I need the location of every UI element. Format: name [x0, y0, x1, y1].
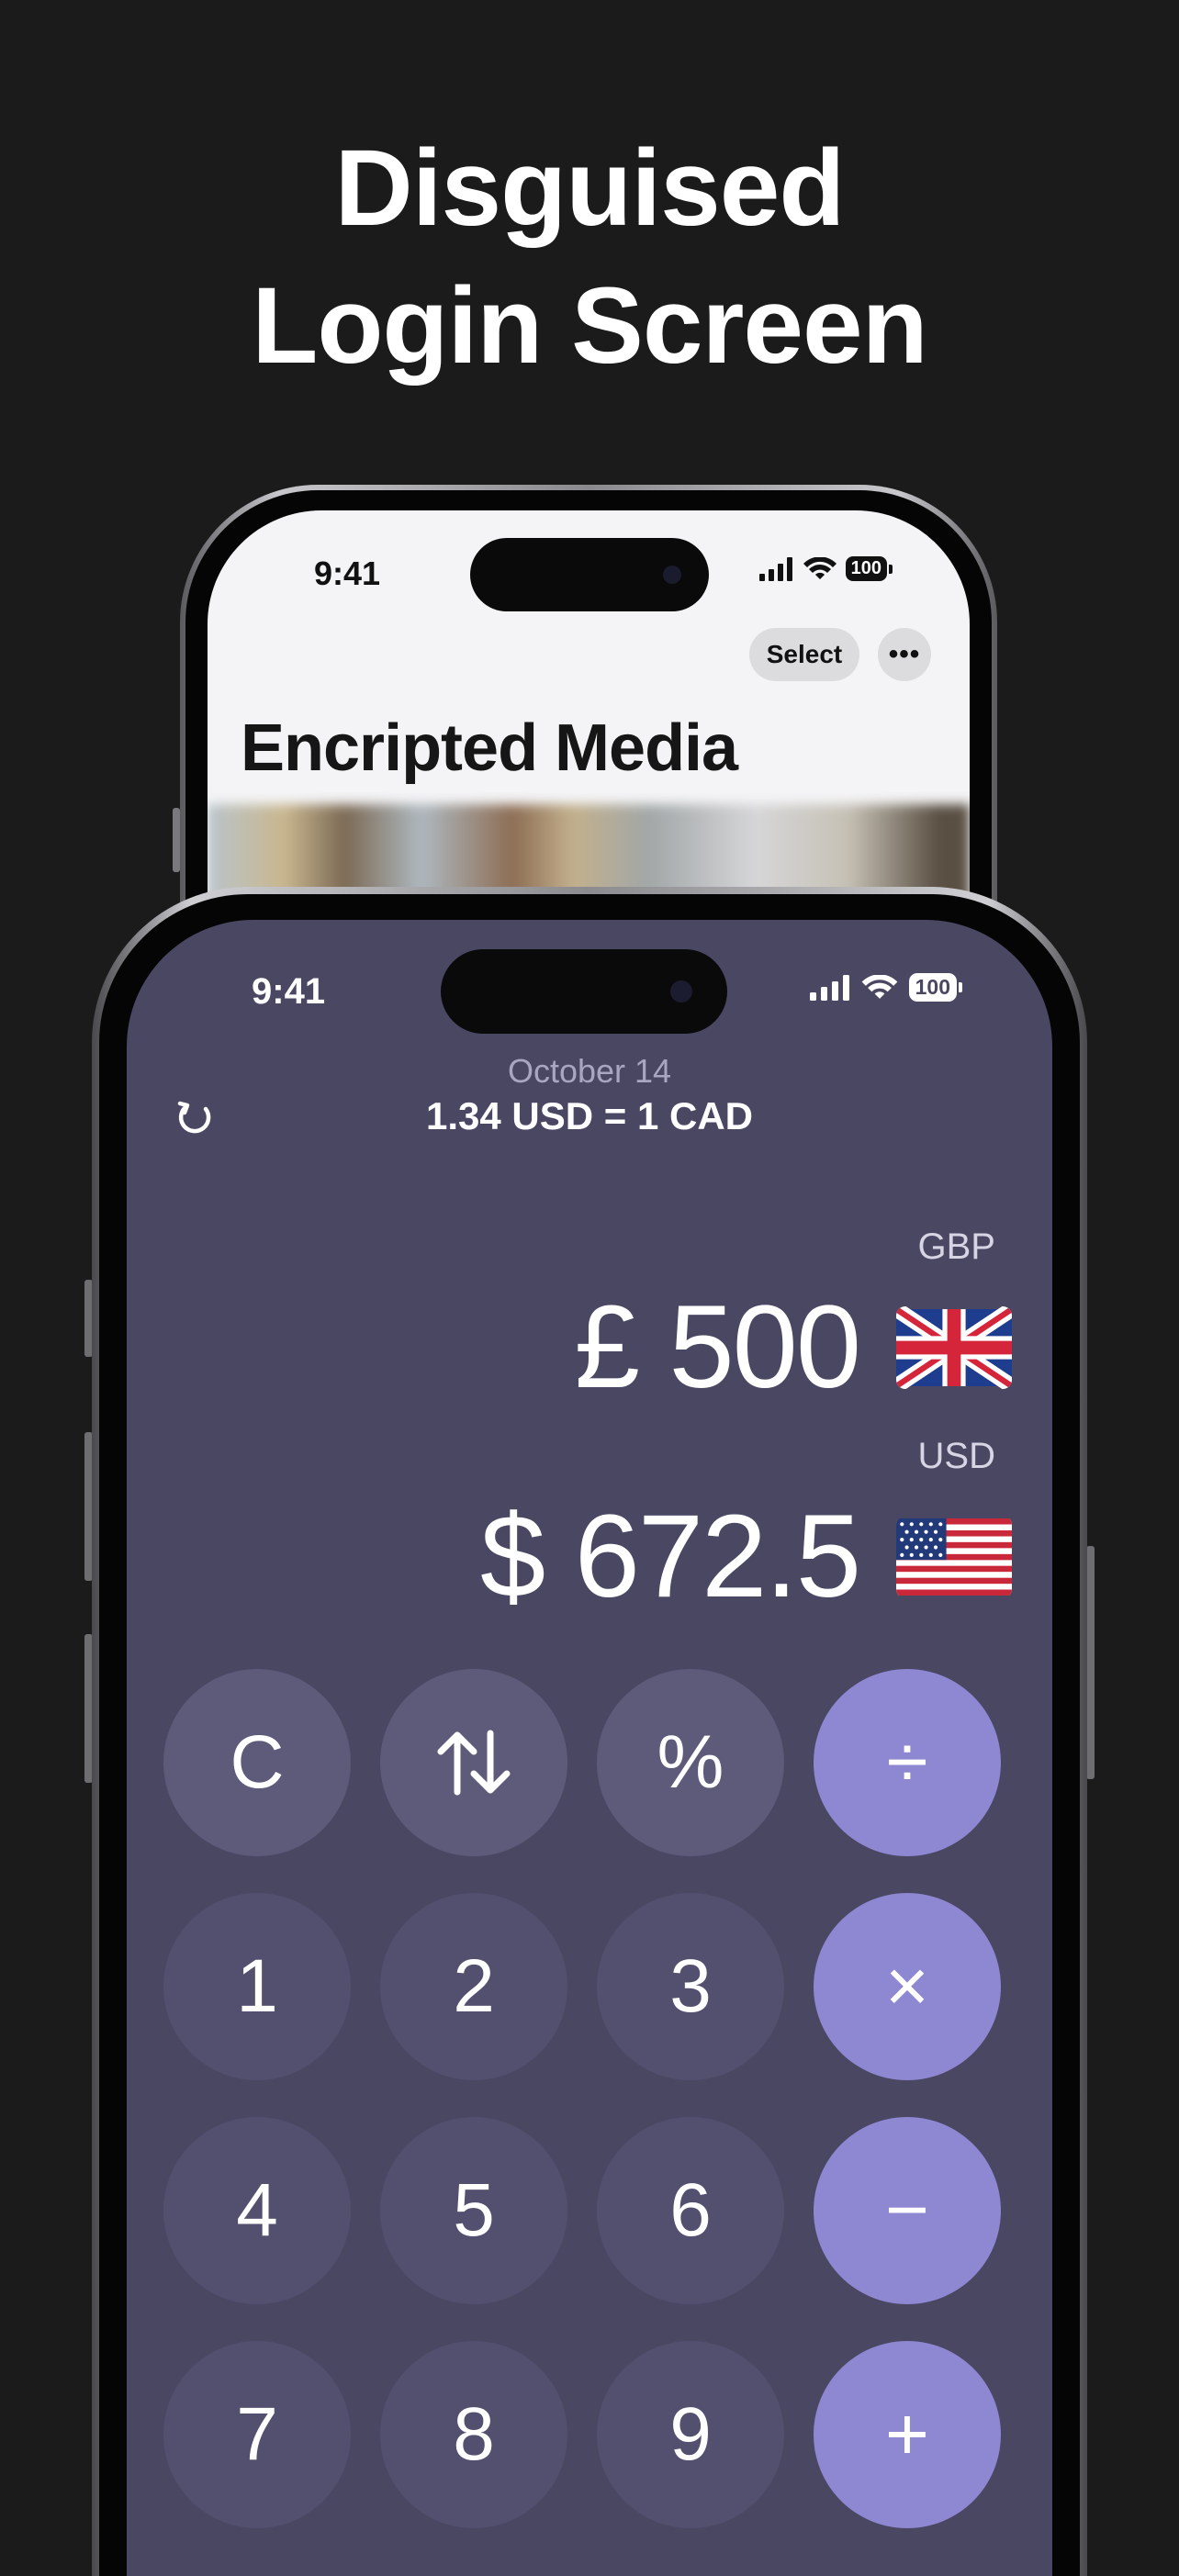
headline-line-2: Login Screen: [252, 265, 927, 386]
signal-icon: [809, 974, 849, 1001]
front-phone-bezel: 9:41 100 October 14 1.34 USD = 1 CAD GBP…: [99, 894, 1080, 2576]
camera-icon: [663, 566, 681, 584]
clear-button[interactable]: C: [163, 1669, 351, 1856]
status-time: 9:41: [314, 554, 381, 592]
headline: Disguised Login Screen: [0, 119, 1179, 395]
digit-3-button[interactable]: 3: [597, 1893, 784, 2080]
to-amount: $ 672.5: [479, 1491, 861, 1622]
camera-icon: [670, 980, 692, 1002]
page-title: Encripted Media: [241, 711, 738, 785]
exchange-rate: 1.34 USD = 1 CAD: [426, 1094, 753, 1137]
from-amount-row[interactable]: £ 500: [575, 1280, 1012, 1415]
battery-icon: 100: [845, 556, 893, 581]
digit-9-button[interactable]: 9: [597, 2341, 784, 2528]
divide-button[interactable]: ÷: [814, 1669, 1001, 1856]
digit-5-button[interactable]: 5: [380, 2117, 567, 2304]
from-currency-code[interactable]: GBP: [918, 1226, 995, 1268]
digit-1-button[interactable]: 1: [163, 1893, 351, 2080]
status-icons: 100: [758, 556, 893, 581]
power-button: [1086, 1546, 1095, 1779]
battery-level: 100: [908, 973, 957, 1002]
swap-arrows-icon: [437, 1730, 511, 1796]
status-time: 9:41: [252, 971, 326, 1012]
digit-6-button[interactable]: 6: [597, 2117, 784, 2304]
keypad: C % ÷ 1 2 3 × 4 5 6 − 7 8 9 +: [163, 1669, 1001, 2528]
select-button[interactable]: Select: [749, 628, 859, 681]
calculator-screen: 9:41 100 October 14 1.34 USD = 1 CAD GBP…: [127, 920, 1052, 2576]
digit-8-button[interactable]: 8: [380, 2341, 567, 2528]
from-amount: £ 500: [574, 1282, 861, 1413]
front-phone: 9:41 100 October 14 1.34 USD = 1 CAD GBP…: [92, 887, 1087, 2576]
wifi-icon: [861, 974, 898, 999]
more-button[interactable]: •••: [878, 628, 931, 681]
us-flag-icon[interactable]: [896, 1516, 1012, 1598]
wifi-icon: [803, 556, 837, 579]
swap-button[interactable]: [380, 1669, 567, 1856]
to-amount-row[interactable]: $ 672.5: [480, 1489, 1012, 1624]
signal-icon: [758, 556, 792, 581]
digit-7-button[interactable]: 7: [163, 2341, 351, 2528]
dynamic-island: [441, 949, 727, 1034]
headline-line-1: Disguised: [334, 128, 846, 249]
digit-2-button[interactable]: 2: [380, 1893, 567, 2080]
rate-date: October 14: [507, 1052, 672, 1090]
battery-icon: 100: [908, 973, 962, 1002]
minus-button[interactable]: −: [814, 2117, 1001, 2304]
battery-level: 100: [845, 556, 887, 581]
to-currency-code[interactable]: USD: [918, 1436, 995, 1477]
digit-4-button[interactable]: 4: [163, 2117, 351, 2304]
percent-button[interactable]: %: [597, 1669, 784, 1856]
uk-flag-icon[interactable]: [896, 1305, 1012, 1389]
plus-button[interactable]: +: [814, 2341, 1001, 2528]
status-icons: 100: [809, 973, 962, 1002]
dynamic-island: [470, 538, 709, 611]
back-phone-side-button: [173, 808, 180, 872]
multiply-button[interactable]: ×: [814, 1893, 1001, 2080]
